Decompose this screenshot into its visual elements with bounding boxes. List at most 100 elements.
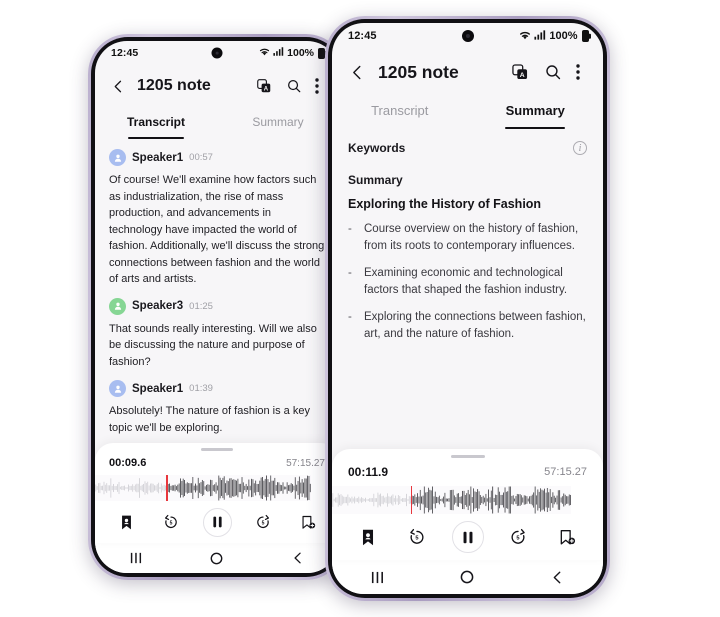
signal-bars-icon bbox=[273, 46, 284, 60]
tab-active-underline bbox=[505, 127, 566, 129]
summary-bullet: - Course overview on the history of fash… bbox=[348, 221, 587, 254]
more-vertical-icon[interactable] bbox=[307, 73, 327, 99]
tab-bar-right: Transcript Summary bbox=[332, 95, 603, 131]
avatar bbox=[109, 297, 126, 315]
svg-text:A: A bbox=[520, 72, 525, 79]
tab-summary[interactable]: Summary bbox=[468, 95, 604, 131]
avatar bbox=[109, 380, 126, 397]
battery-icon bbox=[318, 47, 325, 59]
back-chevron-icon[interactable] bbox=[343, 58, 371, 86]
front-camera-hole bbox=[461, 30, 474, 42]
page-title: 1205 note bbox=[378, 61, 459, 82]
forward-5-icon[interactable]: 5 bbox=[250, 509, 276, 535]
phone-screen-left: 12:45 100% 1205 note A Transcript Summar… bbox=[95, 41, 339, 573]
more-vertical-icon[interactable] bbox=[567, 58, 589, 86]
app-bar-left: 1205 note A bbox=[95, 65, 339, 107]
tab-transcript[interactable]: Transcript bbox=[95, 107, 217, 141]
speaker-header: Speaker1 01:39 bbox=[109, 380, 325, 397]
status-system-icons: 100% bbox=[258, 46, 325, 60]
phone-screen-right: 12:45 100% 1205 note A Transcript Summar… bbox=[332, 23, 603, 594]
waveform-seekbar[interactable] bbox=[332, 486, 571, 514]
back-chevron-icon[interactable] bbox=[105, 73, 131, 99]
bullet-marker: - bbox=[348, 311, 352, 323]
summary-panel[interactable]: Keywords i Summary Exploring the History… bbox=[332, 131, 603, 449]
waveform-canvas bbox=[95, 475, 311, 501]
speaker-name: Speaker1 bbox=[132, 151, 184, 164]
keywords-row[interactable]: Keywords i bbox=[348, 141, 587, 155]
total-time: 57:15.27 bbox=[544, 466, 587, 478]
add-bookmark-icon[interactable] bbox=[295, 509, 321, 535]
home-icon[interactable] bbox=[200, 543, 234, 573]
recents-icon[interactable] bbox=[358, 560, 396, 594]
tab-transcript-label: Transcript bbox=[371, 103, 429, 118]
forward-5-icon[interactable]: 5 bbox=[504, 523, 532, 551]
svg-text:5: 5 bbox=[517, 536, 520, 542]
bullet-marker: - bbox=[348, 223, 352, 235]
info-icon[interactable]: i bbox=[573, 141, 587, 155]
summary-bullet: - Examining economic and technological f… bbox=[348, 265, 587, 298]
nav-bar-left bbox=[95, 543, 339, 573]
transcript-list[interactable]: Speaker1 00:57 Of course! We'll examine … bbox=[95, 141, 339, 443]
status-clock: 12:45 bbox=[111, 47, 139, 59]
phone-device-left: 12:45 100% 1205 note A Transcript Summar… bbox=[88, 34, 346, 580]
bookmark-filled-icon[interactable] bbox=[354, 523, 382, 551]
svg-text:5: 5 bbox=[169, 520, 172, 526]
translate-icon[interactable]: A bbox=[506, 58, 534, 86]
search-icon[interactable] bbox=[281, 73, 307, 99]
transcript-entry: Speaker1 01:39 Absolutely! The nature of… bbox=[109, 380, 325, 436]
back-icon[interactable] bbox=[539, 560, 577, 594]
add-bookmark-icon[interactable] bbox=[553, 523, 581, 551]
status-system-icons: 100% bbox=[518, 29, 589, 44]
sheet-grabber[interactable] bbox=[450, 455, 485, 458]
recents-icon[interactable] bbox=[119, 543, 153, 573]
current-time: 00:09.6 bbox=[109, 457, 147, 469]
playhead-marker bbox=[166, 475, 168, 501]
bookmark-filled-icon[interactable] bbox=[113, 509, 139, 535]
waveform-seekbar[interactable] bbox=[95, 475, 311, 501]
transcript-text: Of course! We'll examine how factors suc… bbox=[109, 174, 325, 285]
avatar bbox=[109, 149, 126, 166]
bullet-marker: - bbox=[348, 267, 352, 279]
player-controls: 5 5 bbox=[348, 514, 587, 560]
home-icon[interactable] bbox=[448, 560, 486, 594]
transcript-text: Absolutely! The nature of fashion is a k… bbox=[109, 405, 310, 434]
status-bar-left: 12:45 100% bbox=[95, 41, 339, 65]
speaker-timestamp: 01:25 bbox=[189, 300, 213, 312]
bullet-text: Examining economic and technological fac… bbox=[364, 267, 568, 296]
speaker-timestamp: 00:57 bbox=[189, 152, 213, 163]
search-icon[interactable] bbox=[539, 58, 567, 86]
summary-bullet: - Exploring the connections between fash… bbox=[348, 309, 587, 342]
info-icon-glyph: i bbox=[578, 142, 582, 154]
back-icon[interactable] bbox=[281, 543, 315, 573]
current-time: 00:11.9 bbox=[348, 465, 389, 479]
status-bar-right: 12:45 100% bbox=[332, 23, 603, 49]
battery-icon bbox=[581, 30, 589, 42]
battery-percent-label: 100% bbox=[287, 47, 314, 59]
sheet-grabber[interactable] bbox=[201, 448, 233, 451]
tab-transcript[interactable]: Transcript bbox=[332, 95, 468, 131]
page-title: 1205 note bbox=[137, 77, 211, 94]
rewind-5-icon[interactable]: 5 bbox=[158, 509, 184, 535]
speaker-header: Speaker1 00:57 bbox=[109, 149, 325, 166]
tab-summary[interactable]: Summary bbox=[217, 107, 339, 141]
summary-label: Summary bbox=[348, 173, 403, 187]
bullet-text: Course overview on the history of fashio… bbox=[364, 223, 579, 252]
total-time: 57:15.27 bbox=[286, 457, 325, 469]
wifi-icon bbox=[258, 46, 271, 60]
svg-text:5: 5 bbox=[262, 520, 265, 526]
battery-percent-label: 100% bbox=[549, 30, 578, 42]
audio-player-left: 00:09.6 57:15.27 5 5 bbox=[95, 443, 339, 543]
rewind-5-icon[interactable]: 5 bbox=[403, 523, 431, 551]
tab-summary-label: Summary bbox=[505, 103, 565, 118]
tab-summary-label: Summary bbox=[252, 115, 304, 129]
speaker-name: Speaker1 bbox=[132, 382, 184, 395]
phone-device-right: 12:45 100% 1205 note A Transcript Summar… bbox=[325, 16, 610, 601]
player-controls: 5 5 bbox=[109, 501, 325, 543]
pause-icon[interactable] bbox=[202, 507, 232, 537]
nav-bar-right bbox=[332, 560, 603, 594]
translate-icon[interactable]: A bbox=[251, 73, 277, 99]
tab-transcript-label: Transcript bbox=[126, 115, 186, 129]
pause-icon[interactable] bbox=[451, 521, 484, 553]
audio-player-right: 00:11.9 57:15.27 5 5 bbox=[332, 449, 603, 560]
speaker-name: Speaker3 bbox=[132, 300, 184, 312]
